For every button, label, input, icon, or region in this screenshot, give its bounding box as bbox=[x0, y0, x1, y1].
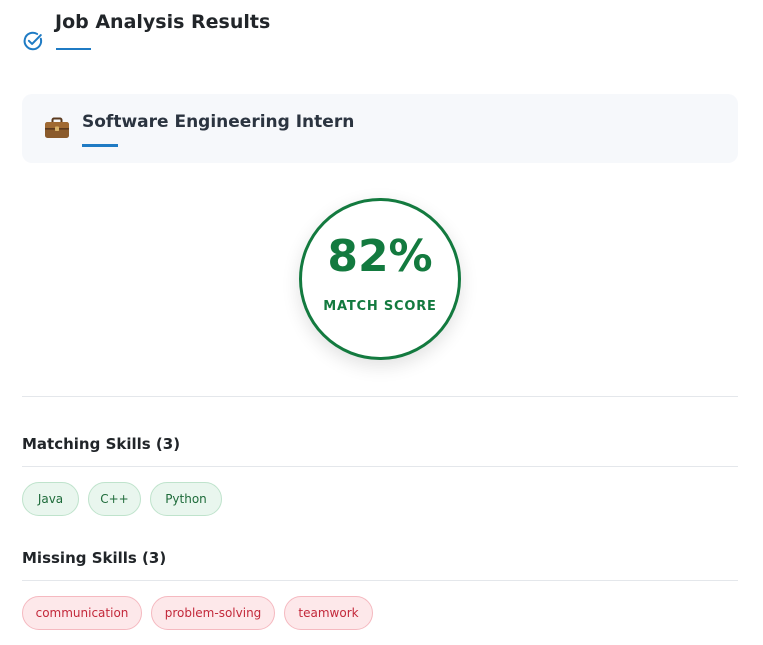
missing-skills-title: Missing Skills (3) bbox=[22, 549, 167, 567]
job-card: Software Engineering Intern bbox=[22, 94, 738, 163]
missing-skills-list: communication problem-solving teamwork bbox=[22, 596, 373, 632]
job-title: Software Engineering Intern bbox=[82, 112, 355, 132]
matching-skills-list: Java C++ Python bbox=[22, 482, 222, 518]
briefcase-icon bbox=[45, 117, 69, 138]
match-score-ring: 82% MATCH SCORE bbox=[299, 198, 461, 360]
missing-skill-chip: communication bbox=[22, 596, 142, 630]
match-score-label: MATCH SCORE bbox=[323, 299, 437, 314]
match-score-value: 82% bbox=[327, 231, 433, 282]
missing-skill-chip: teamwork bbox=[284, 596, 373, 630]
matching-skill-chip: Python bbox=[150, 482, 222, 516]
matching-skill-chip: Java bbox=[22, 482, 79, 516]
matching-skills-title: Matching Skills (3) bbox=[22, 435, 181, 453]
title-underline bbox=[56, 48, 91, 50]
missing-skills-divider bbox=[22, 580, 738, 581]
missing-skill-chip: problem-solving bbox=[151, 596, 275, 630]
section-divider bbox=[22, 396, 738, 397]
page-title: Job Analysis Results bbox=[55, 11, 271, 33]
matching-skills-divider bbox=[22, 466, 738, 467]
check-circle-icon bbox=[23, 31, 43, 51]
results-header: Job Analysis Results bbox=[22, 10, 738, 60]
job-title-underline bbox=[82, 144, 118, 147]
matching-skill-chip: C++ bbox=[88, 482, 141, 516]
